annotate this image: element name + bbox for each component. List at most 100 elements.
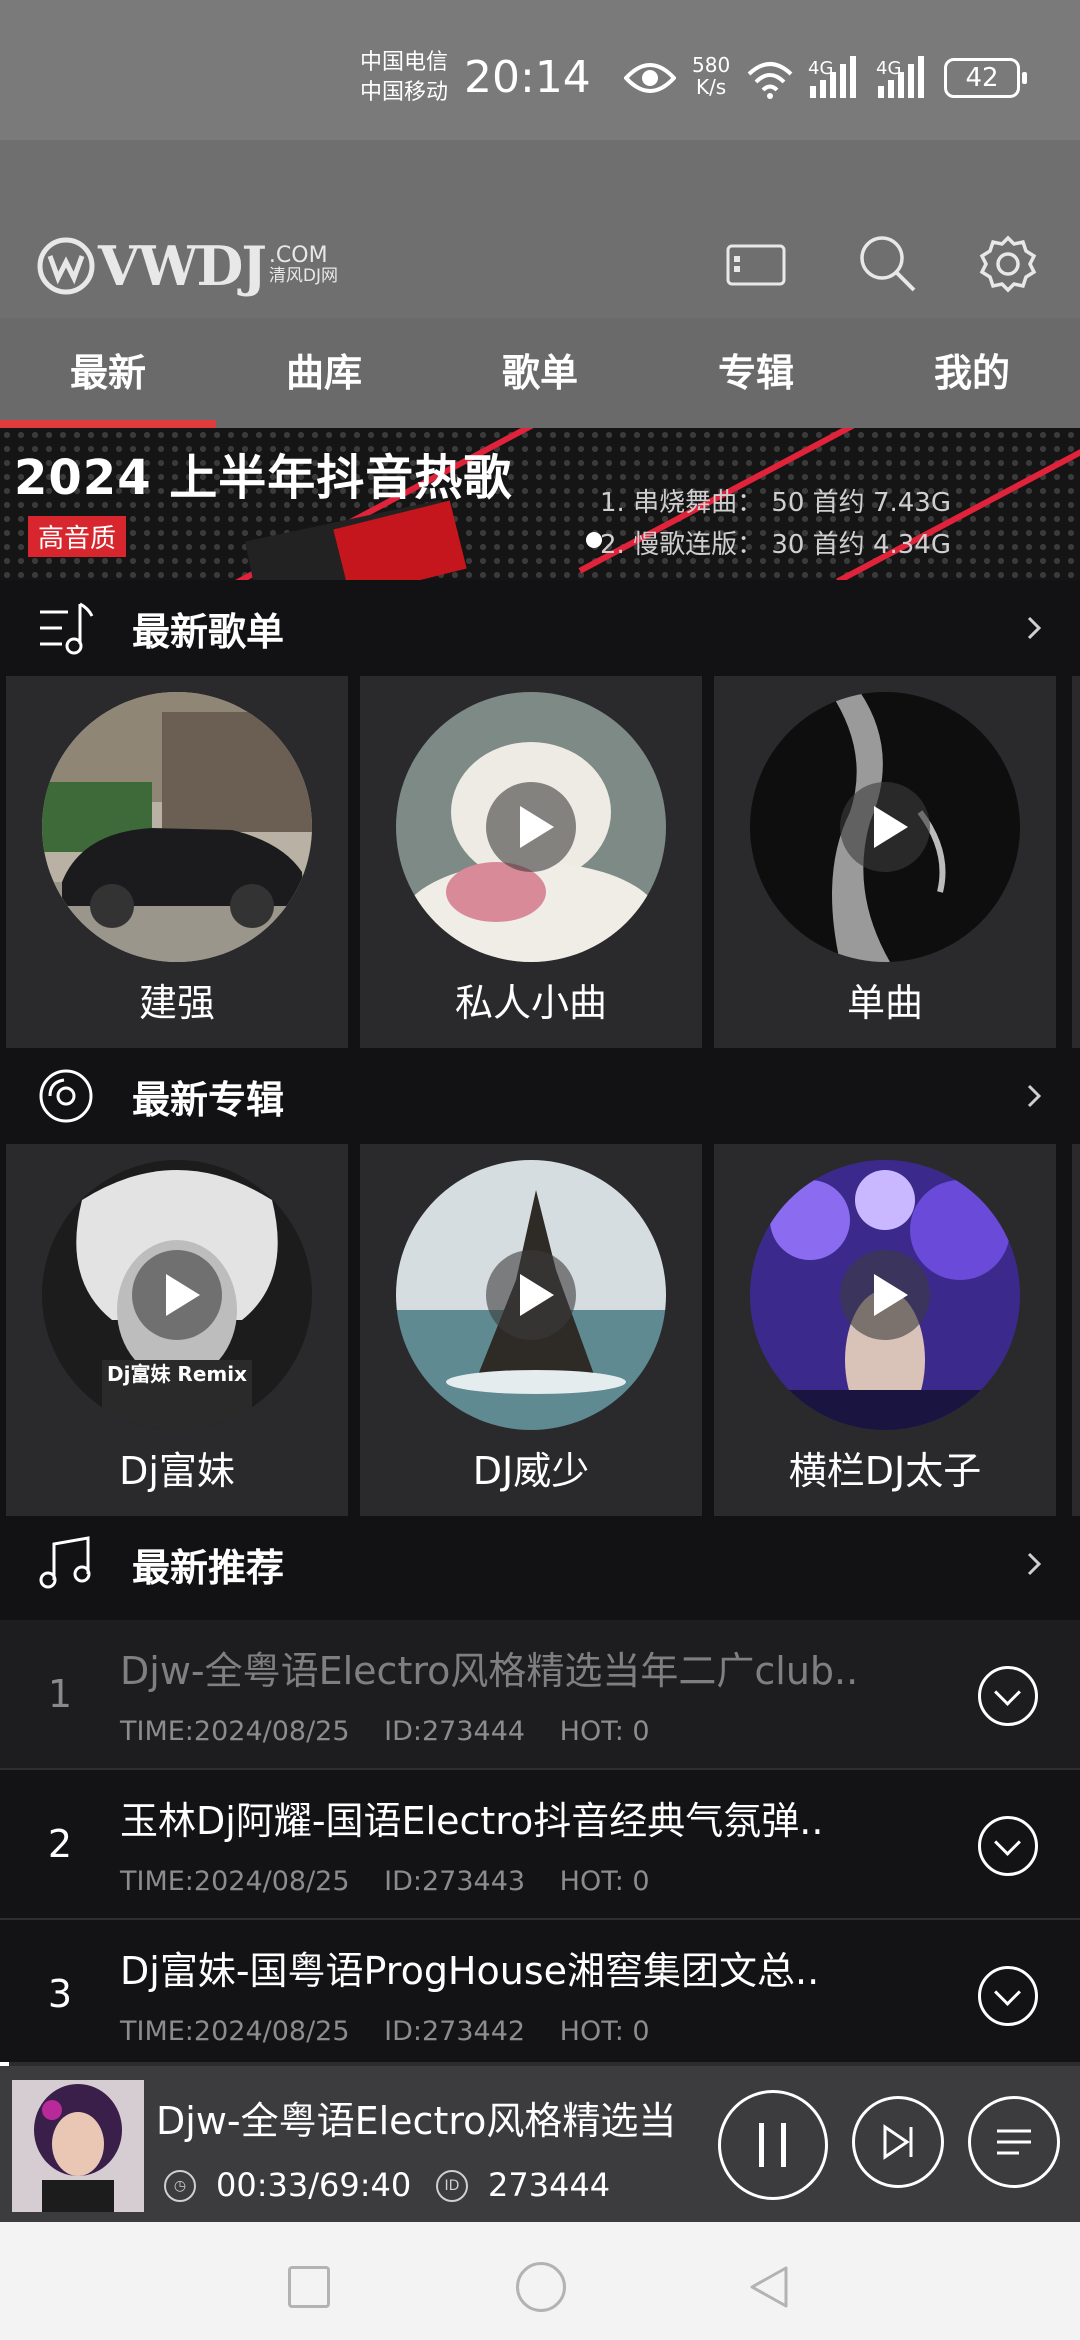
song-time: TIME:2024/08/25 bbox=[120, 1716, 350, 1747]
song-list: 1 Djw-全粤语Electro风格精选当年二广club.. TIME:2024… bbox=[0, 1620, 1080, 2070]
carrier-1: 中国电信 bbox=[360, 50, 449, 75]
play-icon[interactable] bbox=[486, 1250, 576, 1340]
playlist-menu-button[interactable] bbox=[968, 2096, 1060, 2188]
chevron-right-icon[interactable] bbox=[1024, 1548, 1044, 1580]
album-card[interactable]: DJ威少 bbox=[360, 1144, 702, 1516]
playlist-icon bbox=[40, 602, 94, 655]
back-button[interactable] bbox=[744, 2262, 794, 2312]
song-id: ID:273444 bbox=[384, 1716, 526, 1747]
chevron-right-icon[interactable] bbox=[1024, 1080, 1044, 1112]
net-speed-value: 580 bbox=[692, 53, 731, 77]
song-title: Djw-全粤语Electro风格精选当年二广club.. bbox=[120, 1649, 859, 1693]
player-progress-bar[interactable] bbox=[0, 2062, 9, 2066]
search-icon[interactable] bbox=[856, 232, 920, 296]
album-label: Dj富妹 bbox=[119, 1449, 235, 1493]
expand-icon[interactable] bbox=[978, 1666, 1038, 1726]
net-speed-unit: K/s bbox=[695, 75, 727, 99]
album-card[interactable]: Dj富妹 Remix Dj富妹 bbox=[6, 1144, 348, 1516]
logo-com: .COM bbox=[268, 243, 328, 268]
home-button[interactable] bbox=[516, 2262, 566, 2312]
song-title: 玉林Dj阿耀-国语Electro抖音经典气氛弹.. bbox=[120, 1799, 824, 1843]
song-hot: HOT: 0 bbox=[559, 2016, 650, 2047]
tab-albums[interactable]: 专辑 bbox=[648, 318, 864, 428]
playlist-row: 建强 私人小曲 单曲 bbox=[0, 676, 1080, 1048]
album-cover-rock bbox=[396, 1160, 666, 1430]
player-song-title: Djw-全粤语Electro风格精选当 bbox=[156, 2099, 677, 2143]
signal-1-icon bbox=[810, 56, 856, 98]
playlist-cover-poodle bbox=[396, 692, 666, 962]
banner-title: 2024 上半年抖音热歌 bbox=[14, 450, 513, 506]
id-badge-icon: ID bbox=[436, 2170, 468, 2202]
pause-button[interactable] bbox=[718, 2090, 828, 2200]
app-logo: VWDJ .COM 清风DJ网 bbox=[36, 230, 338, 302]
song-time: TIME:2024/08/25 bbox=[120, 1866, 350, 1897]
play-icon[interactable] bbox=[132, 1250, 222, 1340]
logo-mark-icon bbox=[37, 237, 95, 295]
playlist-cover-silhouette bbox=[750, 692, 1020, 962]
section-title: 最新推荐 bbox=[132, 1545, 285, 1590]
song-number: 1 bbox=[47, 1672, 73, 1716]
next-button[interactable] bbox=[852, 2096, 944, 2188]
song-title: Dj富妹-国粤语ProgHouse湘窖集团文总.. bbox=[120, 1949, 820, 1993]
banner-line-2: 2. 慢歌连版： 30 首约 4.34G bbox=[600, 530, 951, 560]
album-cover-concert bbox=[750, 1160, 1020, 1430]
album-cover-text: Dj富妹 Remix bbox=[107, 1362, 247, 1386]
section-latest-albums[interactable]: 最新专辑 bbox=[0, 1048, 1080, 1144]
play-icon[interactable] bbox=[486, 782, 576, 872]
mini-player[interactable]: Djw-全粤语Electro风格精选当 ◷ 00:33/69:40 ID 273… bbox=[0, 2062, 1080, 2222]
tab-library[interactable]: 曲库 bbox=[216, 318, 432, 428]
expand-icon[interactable] bbox=[978, 1966, 1038, 2026]
card-peek bbox=[1072, 1144, 1080, 1516]
battery-indicator: 42 bbox=[944, 58, 1027, 98]
song-hot: HOT: 0 bbox=[559, 1716, 650, 1747]
section-latest-recommended[interactable]: 最新推荐 bbox=[0, 1516, 1080, 1612]
playlist-cover-car bbox=[42, 692, 312, 962]
album-card[interactable]: 横栏DJ太子 bbox=[714, 1144, 1056, 1516]
playlist-card[interactable]: 建强 bbox=[6, 676, 348, 1048]
net-speed: 580 K/s bbox=[692, 54, 730, 98]
app-header: VWDJ .COM 清风DJ网 bbox=[0, 140, 1080, 318]
signal-2-icon bbox=[878, 56, 924, 98]
logo-subtext: .COM 清风DJ网 bbox=[268, 243, 339, 287]
play-icon[interactable] bbox=[840, 1250, 930, 1340]
status-clock: 20:14 bbox=[464, 52, 591, 103]
section-latest-playlists[interactable]: 最新歌单 bbox=[0, 580, 1080, 676]
recent-apps-button[interactable] bbox=[288, 2266, 330, 2308]
album-row: Dj富妹 Remix Dj富妹 DJ威少 横栏DJ太子 bbox=[0, 1144, 1080, 1516]
card-icon[interactable] bbox=[724, 232, 788, 296]
status-bar: 中国电信 中国移动 20:14 580 K/s 4G 4G 42 bbox=[0, 0, 1080, 140]
song-id: ID:273442 bbox=[384, 2016, 526, 2047]
music-note-icon bbox=[39, 1536, 91, 1589]
chevron-right-icon[interactable] bbox=[1024, 612, 1044, 644]
tab-mine[interactable]: 我的 bbox=[864, 318, 1080, 428]
song-time: TIME:2024/08/25 bbox=[120, 2016, 350, 2047]
song-number: 2 bbox=[47, 1822, 73, 1866]
logo-cn: 清风DJ网 bbox=[268, 266, 339, 286]
player-song-id: 273444 bbox=[488, 2166, 611, 2204]
song-meta: TIME:2024/08/25 ID:273442 HOT: 0 bbox=[120, 2016, 676, 2047]
playlist-card[interactable]: 私人小曲 bbox=[360, 676, 702, 1048]
gear-icon[interactable] bbox=[976, 232, 1040, 296]
tab-latest[interactable]: 最新 bbox=[0, 318, 216, 428]
song-meta: TIME:2024/08/25 ID:273443 HOT: 0 bbox=[120, 1866, 676, 1897]
carrier-names: 中国电信 中国移动 bbox=[360, 48, 448, 108]
playlist-label: 建强 bbox=[138, 981, 215, 1025]
song-row[interactable]: 3 Dj富妹-国粤语ProgHouse湘窖集团文总.. TIME:2024/08… bbox=[0, 1920, 1080, 2070]
clock-icon: ◷ bbox=[164, 2170, 196, 2202]
tab-playlists[interactable]: 歌单 bbox=[432, 318, 648, 428]
album-label: 横栏DJ太子 bbox=[788, 1449, 982, 1493]
section-title: 最新专辑 bbox=[132, 1077, 285, 1122]
playlist-card[interactable]: 单曲 bbox=[714, 676, 1056, 1048]
play-icon[interactable] bbox=[840, 782, 930, 872]
expand-icon[interactable] bbox=[978, 1816, 1038, 1876]
album-cover-anime: Dj富妹 Remix bbox=[42, 1160, 312, 1430]
section-title: 最新歌单 bbox=[132, 609, 285, 654]
song-row[interactable]: 2 玉林Dj阿耀-国语Electro抖音经典气氛弹.. TIME:2024/08… bbox=[0, 1770, 1080, 1920]
system-nav-bar bbox=[0, 2222, 1080, 2340]
carrier-2: 中国移动 bbox=[360, 80, 449, 105]
player-time: 00:33/69:40 bbox=[216, 2166, 412, 2204]
player-album-art[interactable] bbox=[12, 2080, 144, 2212]
song-row[interactable]: 1 Djw-全粤语Electro风格精选当年二广club.. TIME:2024… bbox=[0, 1620, 1080, 1770]
promo-banner[interactable]: 2024 上半年抖音热歌 高音质 1. 串烧舞曲： 50 首约 7.43G 2.… bbox=[0, 428, 1080, 580]
card-peek bbox=[1072, 676, 1080, 1048]
